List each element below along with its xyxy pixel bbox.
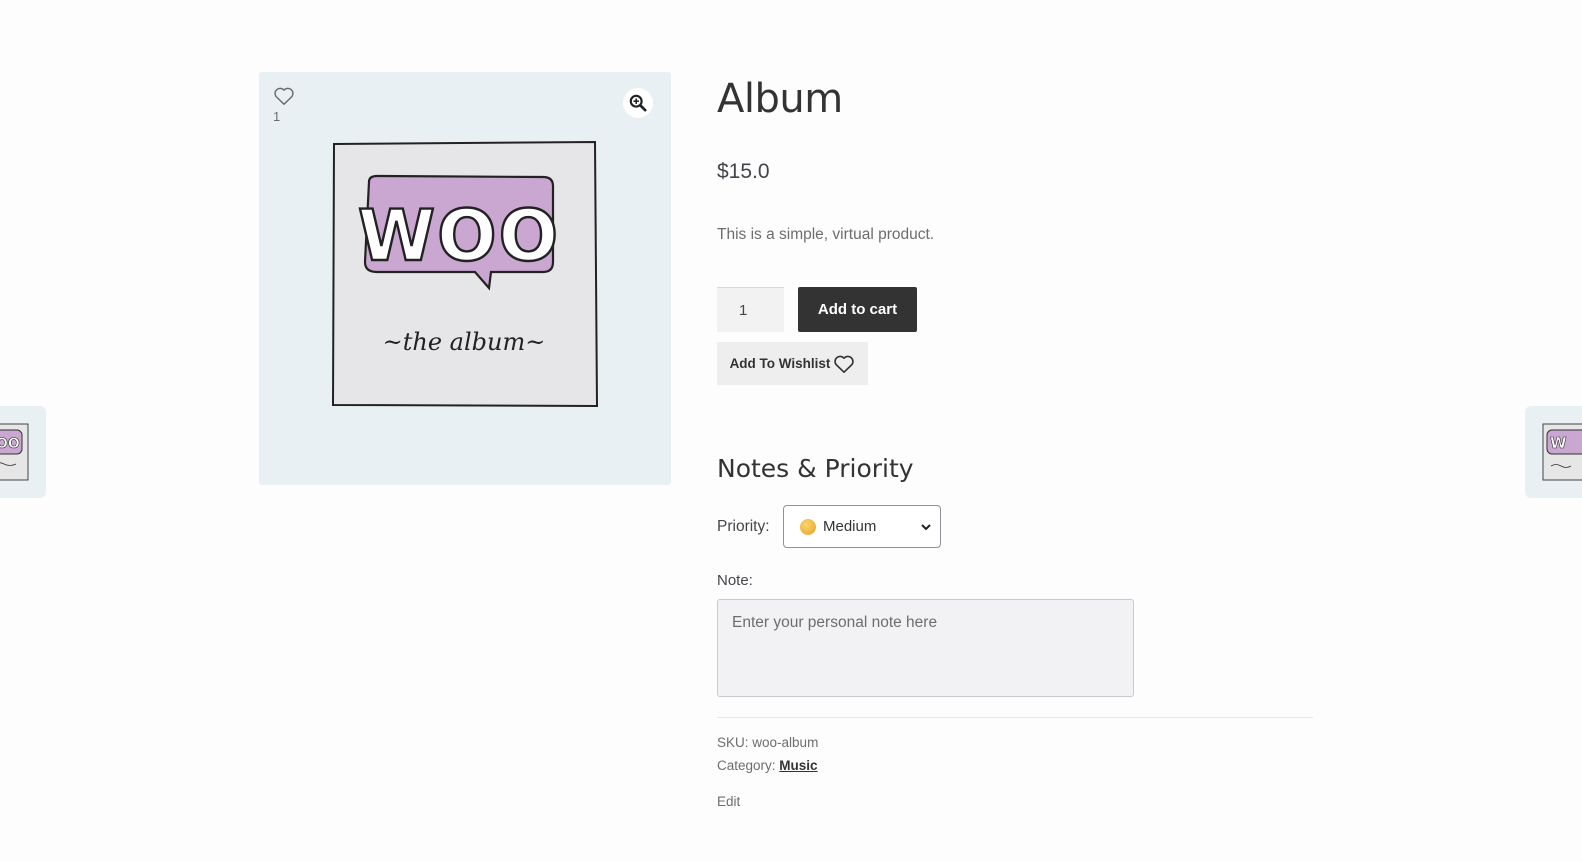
- meta-divider: [717, 717, 1313, 718]
- wishlist-count: 1: [273, 109, 281, 124]
- product-image[interactable]: WOO ~the album~: [329, 138, 599, 410]
- product-category: Category: Music: [717, 758, 818, 773]
- category-label: Category:: [717, 758, 776, 773]
- add-to-wishlist-label: Add To Wishlist: [729, 356, 831, 371]
- medium-priority-icon: [800, 518, 816, 535]
- add-to-cart-button[interactable]: Add to cart: [798, 287, 917, 332]
- sku-label: SKU:: [717, 735, 749, 750]
- product-sku: SKU: woo-album: [717, 735, 818, 750]
- sku-value: woo-album: [752, 735, 819, 750]
- magnifier-plus-icon: [629, 94, 647, 112]
- quantity-input[interactable]: [717, 287, 784, 332]
- heart-outline-icon: [834, 355, 855, 373]
- product-price: $15.0: [717, 160, 770, 183]
- zoom-button[interactable]: [623, 88, 653, 118]
- previous-product-thumbnail[interactable]: OO: [0, 406, 46, 498]
- svg-text:OO: OO: [0, 436, 20, 452]
- svg-text:W: W: [1550, 434, 1567, 452]
- wishlist-counter[interactable]: 1: [271, 86, 297, 124]
- chevron-down-icon: [921, 523, 931, 530]
- priority-selected-value: Medium: [823, 518, 877, 535]
- product-title: Album: [717, 76, 843, 122]
- edit-product-link[interactable]: Edit: [717, 794, 740, 809]
- product-page: OO W 1 WOO ~the album~ Album $15.0 This …: [0, 0, 1582, 862]
- product-image-title: WOO: [358, 195, 560, 277]
- next-product-thumbnail[interactable]: W: [1525, 406, 1582, 498]
- product-image-subtitle: ~the album~: [383, 328, 546, 356]
- add-to-wishlist-button[interactable]: Add To Wishlist: [717, 342, 868, 385]
- priority-select[interactable]: Medium: [783, 505, 941, 548]
- category-link-music[interactable]: Music: [779, 758, 817, 773]
- priority-label: Priority:: [717, 518, 770, 535]
- note-textarea[interactable]: [717, 599, 1134, 697]
- product-description: This is a simple, virtual product.: [717, 226, 935, 243]
- heart-outline-icon[interactable]: [273, 86, 295, 106]
- product-gallery: 1 WOO ~the album~: [259, 72, 671, 485]
- notes-priority-heading: Notes & Priority: [717, 454, 914, 483]
- note-label: Note:: [717, 572, 753, 589]
